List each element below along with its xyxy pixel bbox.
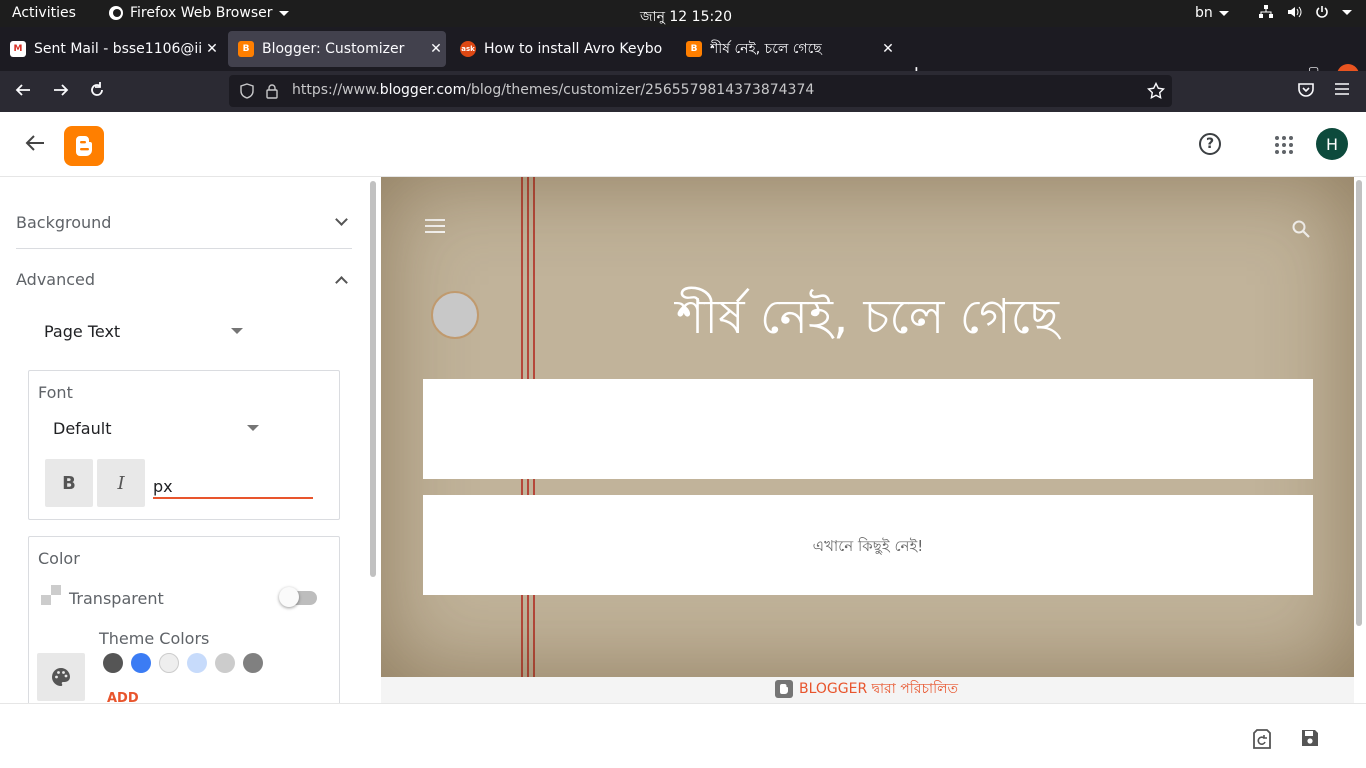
blog-footer: BLOGGER দ্বারা পরিচালিত (381, 677, 1354, 703)
tab-blog-preview[interactable]: B শীর্ষ নেই, চলে গেছে ✕ (676, 31, 898, 67)
gmail-icon: M (10, 41, 26, 57)
dropdown-arrow-icon (231, 328, 243, 334)
color-title: Color (38, 549, 80, 568)
back-arrow-icon[interactable] (24, 132, 46, 160)
firefox-icon (109, 6, 123, 20)
language-indicator[interactable]: bn (1195, 5, 1229, 21)
shield-icon (240, 83, 254, 99)
powered-brand: BLOGGER (799, 681, 868, 697)
font-card: Font Default B I (28, 370, 340, 520)
pocket-icon[interactable] (1297, 81, 1315, 104)
close-icon[interactable]: ✕ (202, 41, 222, 57)
panel-scrollbar[interactable] (370, 181, 376, 577)
app-menu[interactable]: Firefox Web Browser (108, 5, 289, 21)
element-select[interactable]: Page Text (44, 322, 244, 341)
search-icon[interactable] (1291, 219, 1311, 239)
language-label: bn (1195, 5, 1213, 21)
chevron-down-icon (335, 213, 348, 226)
tab-title: How to install Avro Keybo (484, 41, 663, 57)
close-icon[interactable]: ✕ (426, 41, 446, 57)
palette-icon (52, 668, 70, 686)
dropdown-arrow-icon (247, 425, 259, 431)
tab-blogger-customizer[interactable]: B Blogger: Customizer ✕ (228, 31, 446, 67)
tab-avro-keyboard[interactable]: ask How to install Avro Keybo (450, 31, 672, 67)
volume-icon (1288, 6, 1302, 18)
powered-suffix: দ্বারা পরিচালিত (867, 681, 959, 697)
app-name: Firefox Web Browser (130, 5, 273, 21)
customizer-panel: Background Advanced Page Text Font Defau… (0, 177, 380, 703)
color-card: Color Transparent Theme Colors ADD (28, 536, 340, 703)
header-widget-box (423, 379, 1313, 479)
theme-color-swatch[interactable] (159, 653, 179, 673)
hamburger-menu-icon[interactable] (425, 219, 445, 237)
font-family-select[interactable]: Default (53, 419, 263, 438)
reload-icon[interactable] (88, 81, 106, 104)
add-color-button[interactable]: ADD (107, 691, 139, 703)
bold-button[interactable]: B (45, 459, 93, 507)
theme-colors-label: Theme Colors (99, 629, 210, 648)
chevron-down-icon (1342, 9, 1352, 15)
system-tray[interactable] (1258, 4, 1352, 20)
transparent-checker-icon (41, 585, 61, 605)
theme-color-swatch[interactable] (131, 653, 151, 673)
power-icon (1316, 6, 1328, 18)
section-label: Background (16, 213, 112, 232)
close-icon[interactable]: ✕ (878, 41, 898, 57)
hamburger-menu-icon[interactable] (1334, 81, 1350, 102)
font-size-input[interactable] (153, 471, 313, 499)
preview-scrollbar[interactable] (1356, 180, 1362, 626)
activities-button[interactable]: Activities (12, 5, 76, 21)
address-bar[interactable]: https://www.blogger.com/blog/themes/cust… (229, 75, 1172, 107)
theme-color-swatch[interactable] (243, 653, 263, 673)
blogger-header: ? H (0, 112, 1366, 177)
section-label: Advanced (16, 270, 96, 289)
bookmark-star-icon[interactable] (1147, 82, 1165, 100)
google-apps-icon[interactable] (1275, 136, 1293, 154)
blog-title[interactable]: শীর্ষ নেই, চলে গেছে (381, 281, 1354, 360)
system-top-bar: Activities Firefox Web Browser জানু 12 1… (0, 0, 1366, 27)
chevron-down-icon (1218, 10, 1229, 16)
blogger-icon: B (238, 41, 254, 57)
select-value: Default (53, 419, 112, 438)
lock-icon (266, 84, 278, 99)
theme-color-swatch[interactable] (187, 653, 207, 673)
back-arrow-icon[interactable] (14, 81, 32, 104)
posts-box: এখানে কিছুই নেই! (423, 495, 1313, 595)
chevron-up-icon (335, 276, 348, 289)
tab-title: Blogger: Customizer (262, 41, 405, 57)
tab-title: Sent Mail - bsse1106@iit (34, 41, 202, 57)
advanced-section-header[interactable]: Advanced (16, 270, 352, 300)
clock[interactable]: জানু 12 15:20 (640, 5, 732, 29)
forward-arrow-icon[interactable] (52, 81, 70, 104)
navigation-toolbar: https://www.blogger.com/blog/themes/cust… (0, 71, 1366, 112)
network-icon (1259, 5, 1273, 18)
font-title: Font (38, 383, 73, 402)
transparent-label: Transparent (69, 589, 164, 608)
help-icon[interactable]: ? (1199, 133, 1221, 155)
select-value: Page Text (44, 322, 121, 341)
askubuntu-icon: ask (460, 41, 476, 57)
bottom-action-bar (0, 703, 1366, 768)
italic-button[interactable]: I (97, 459, 145, 507)
tab-title: শীর্ষ নেই, চলে গেছে (710, 41, 822, 57)
blogger-icon (775, 680, 793, 698)
color-picker-button[interactable] (37, 653, 85, 701)
url-text: https://www.blogger.com/blog/themes/cust… (292, 82, 815, 98)
powered-by-link[interactable]: BLOGGER দ্বারা পরিচালিত (775, 677, 958, 701)
blogger-logo[interactable] (64, 126, 104, 166)
theme-color-swatch[interactable] (215, 653, 235, 673)
blog-preview: শীর্ষ নেই, চলে গেছে এখানে কিছুই নেই! (381, 177, 1354, 677)
empty-message: এখানে কিছুই নেই! (812, 537, 924, 555)
tab-bar: M Sent Mail - bsse1106@iit ✕ B Blogger: … (0, 27, 1366, 86)
tab-sent-mail[interactable]: M Sent Mail - bsse1106@iit ✕ (0, 31, 222, 67)
chevron-down-icon (278, 10, 289, 16)
background-section-header[interactable]: Background (16, 213, 352, 249)
blogger-icon: B (686, 41, 702, 57)
revert-icon[interactable] (1252, 728, 1272, 754)
save-icon[interactable] (1300, 728, 1320, 752)
theme-color-swatch[interactable] (103, 653, 123, 673)
avatar[interactable]: H (1316, 128, 1348, 160)
